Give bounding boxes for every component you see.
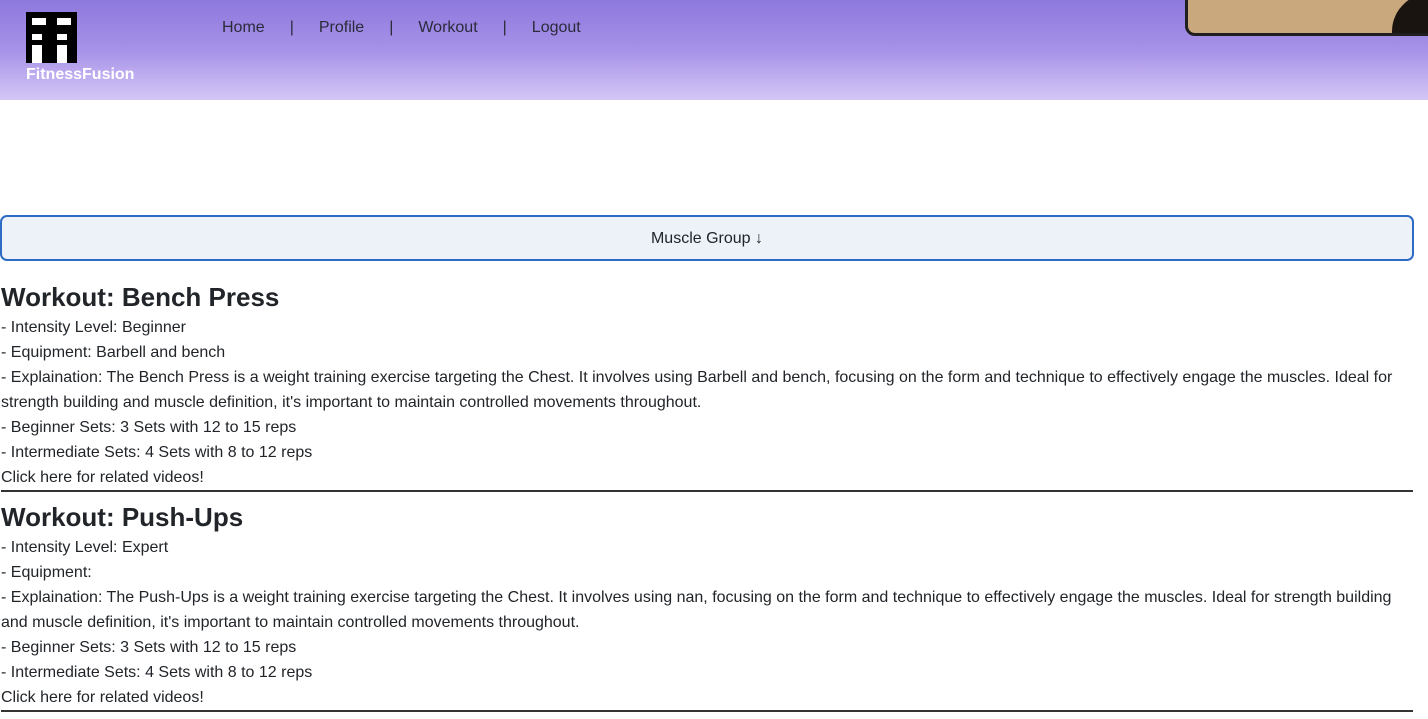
nav-profile-link[interactable]: Profile: [319, 19, 364, 37]
nav-logout-link[interactable]: Logout: [532, 19, 581, 37]
workout-title: Workout: Bench Press: [1, 282, 280, 312]
nav-separator: |: [289, 19, 294, 36]
nav-workout-link[interactable]: Workout: [418, 19, 477, 37]
related-videos-link[interactable]: Click here for related videos!: [1, 465, 1413, 490]
related-videos-link[interactable]: Click here for related videos!: [1, 685, 1413, 710]
webcam-overlay: [1185, 0, 1428, 36]
brand-logo[interactable]: [26, 12, 146, 63]
workout-explanation: - Explaination: The Bench Press is a wei…: [1, 369, 1393, 411]
workout-intensity: - Intensity Level: Beginner: [1, 319, 186, 336]
workout-beginner-sets: - Beginner Sets: 3 Sets with 12 to 15 re…: [1, 639, 297, 656]
top-header: FitnessFusion Home | Profile | Workout |…: [0, 0, 1428, 100]
nav-separator: |: [389, 19, 394, 36]
brand-name: FitnessFusion: [26, 66, 135, 83]
workout-equipment: - Equipment: Barbell and bench: [1, 344, 226, 361]
muscle-group-filter-button[interactable]: Muscle Group ↓: [0, 215, 1414, 261]
workout-equipment: - Equipment:: [1, 564, 92, 581]
workout-list: Workout: Bench Press - Intensity Level: …: [1, 279, 1413, 719]
webcam-figure: [1392, 0, 1428, 33]
workout-intermediate-sets: - Intermediate Sets: 4 Sets with 8 to 12…: [1, 664, 313, 681]
workout-title: Workout: Push-Ups: [1, 502, 244, 532]
workout-intermediate-sets: - Intermediate Sets: 4 Sets with 8 to 12…: [1, 444, 313, 461]
workout-card: Workout: Push-Ups - Intensity Level: Exp…: [1, 499, 1413, 712]
workout-intensity: - Intensity Level: Expert: [1, 539, 169, 556]
workout-explanation: - Explaination: The Push-Ups is a weight…: [1, 589, 1392, 631]
ff-logo-icon: [26, 12, 77, 63]
nav-home-link[interactable]: Home: [222, 19, 265, 37]
main-nav: Home | Profile | Workout | Logout: [222, 19, 581, 37]
nav-separator: |: [502, 19, 507, 36]
workout-beginner-sets: - Beginner Sets: 3 Sets with 12 to 15 re…: [1, 419, 297, 436]
workout-card: Workout: Bench Press - Intensity Level: …: [1, 279, 1413, 492]
